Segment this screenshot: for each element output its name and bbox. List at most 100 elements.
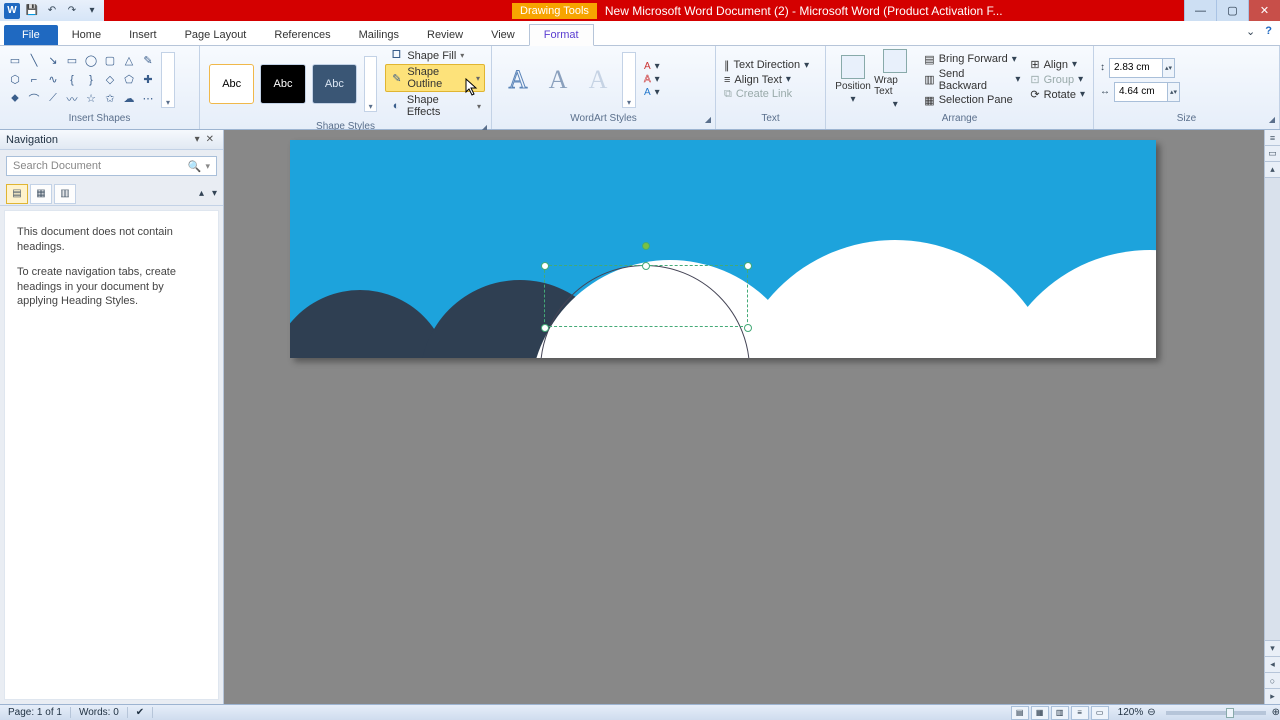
wrap-text-button[interactable]: Wrap Text▾	[874, 49, 916, 110]
zoom-in-button[interactable]: ⊕	[1272, 707, 1280, 718]
vertical-scrollbar[interactable]: ≡ ▭ ▴ ▾ ◂ ○ ▸	[1264, 130, 1280, 704]
view-web-layout[interactable]: ▥	[1051, 706, 1069, 720]
search-input[interactable]: Search Document 🔍 ▾	[6, 156, 217, 176]
shapes-gallery[interactable]: ▭╲↘▭◯▢△✎ ⬡⌐∿{}◇⬠✚ ⬥⌒⟋〰☆✩☁⋯	[6, 52, 157, 108]
view-print-layout[interactable]: ▤	[1011, 706, 1029, 720]
minimize-button[interactable]: —	[1184, 0, 1216, 21]
dialog-launcher-icon[interactable]: ◢	[705, 115, 711, 124]
wordart-thumb-3[interactable]: A	[580, 60, 616, 100]
tab-page-layout[interactable]: Page Layout	[171, 25, 261, 45]
position-button[interactable]: Position▾	[832, 55, 874, 105]
nav-dropdown-icon[interactable]: ▾	[192, 134, 203, 145]
help-icon[interactable]: ?	[1265, 25, 1272, 38]
shape-star-icon[interactable]: ☆	[82, 90, 100, 108]
text-fill-button[interactable]: A▾	[642, 61, 662, 72]
shape-cross-icon[interactable]: ✚	[139, 71, 157, 89]
dialog-launcher-icon[interactable]: ◢	[1269, 115, 1275, 124]
nav-view-results[interactable]: ▥	[54, 184, 76, 204]
status-page[interactable]: Page: 1 of 1	[0, 707, 71, 718]
shape-freeform-icon[interactable]: ⟋	[44, 90, 62, 108]
shape-star5-icon[interactable]: ✩	[101, 90, 119, 108]
tab-home[interactable]: Home	[58, 25, 115, 45]
search-dropdown-icon[interactable]: ▾	[205, 161, 210, 172]
browse-prev-icon[interactable]: ◂	[1265, 656, 1280, 672]
document-canvas[interactable]: ≡ ▭ ▴ ▾ ◂ ○ ▸	[224, 130, 1280, 704]
shape-arc-icon[interactable]: ⌒	[25, 90, 43, 108]
shape-pentagon-icon[interactable]: ⬠	[120, 71, 138, 89]
text-outline-button[interactable]: A▾	[642, 74, 662, 85]
shape-triangle-icon[interactable]: △	[120, 52, 138, 70]
shape-callout-icon[interactable]: ⬥	[6, 90, 24, 108]
shape-brace2-icon[interactable]: }	[82, 71, 100, 89]
scroll-split-icon[interactable]: ≡	[1265, 130, 1280, 146]
tab-file[interactable]: File	[4, 25, 58, 45]
status-proofing-icon[interactable]: ✔	[128, 707, 153, 718]
shape-brace-icon[interactable]: {	[63, 71, 81, 89]
shapes-more-button[interactable]: ▾	[161, 52, 175, 108]
style-thumb-navy[interactable]: Abc	[312, 64, 357, 104]
shape-rect-icon[interactable]: ▭	[63, 52, 81, 70]
tab-format[interactable]: Format	[529, 24, 594, 46]
redo-icon[interactable]: ↷	[64, 3, 80, 19]
zoom-out-button[interactable]: ⊖	[1147, 707, 1155, 718]
styles-more-button[interactable]: ▾	[364, 56, 377, 112]
shape-scribble-icon[interactable]: 〰	[63, 90, 81, 108]
shape-roundrect-icon[interactable]: ▢	[101, 52, 119, 70]
scroll-up-icon[interactable]: ▴	[1265, 162, 1280, 178]
shape-outline-button[interactable]: ✎Shape Outline▾	[385, 64, 485, 92]
save-icon[interactable]: 💾	[24, 3, 40, 19]
height-spinner[interactable]: ▴▾	[1163, 58, 1175, 78]
shape-cloud-icon[interactable]: ☁	[120, 90, 138, 108]
nav-expand-icon[interactable]: ▾	[212, 188, 217, 199]
tab-references[interactable]: References	[260, 25, 344, 45]
shape-diamond-icon[interactable]: ◇	[101, 71, 119, 89]
browse-next-icon[interactable]: ▸	[1265, 688, 1280, 704]
minimize-ribbon-icon[interactable]: ⌄	[1246, 25, 1255, 38]
shape-arrow-icon[interactable]: ↘	[44, 52, 62, 70]
align-text-button[interactable]: ≡Align Text▾	[722, 74, 811, 86]
align-button[interactable]: ⊞Align▾	[1028, 58, 1087, 71]
send-backward-button[interactable]: ▥Send Backward▾	[922, 68, 1022, 92]
scroll-down-icon[interactable]: ▾	[1265, 640, 1280, 656]
scroll-ruler-icon[interactable]: ▭	[1265, 146, 1280, 162]
search-icon[interactable]: 🔍	[188, 160, 202, 173]
tab-insert[interactable]: Insert	[115, 25, 171, 45]
view-outline[interactable]: ≡	[1071, 706, 1089, 720]
rotate-button[interactable]: ⟳Rotate▾	[1028, 88, 1087, 101]
tab-view[interactable]: View	[477, 25, 529, 45]
selection-pane-button[interactable]: ▦Selection Pane	[922, 94, 1022, 107]
shape-textbox-icon[interactable]: ▭	[6, 52, 24, 70]
shape-effects-button[interactable]: ◐Shape Effects▾	[385, 93, 485, 119]
undo-icon[interactable]: ↶	[44, 3, 60, 19]
bring-forward-button[interactable]: ▤Bring Forward▾	[922, 53, 1022, 66]
style-thumb-black[interactable]: Abc	[260, 64, 305, 104]
shape-height-input[interactable]: 2.83 cm	[1109, 58, 1163, 78]
shape-edit-icon[interactable]: ✎	[139, 52, 157, 70]
view-full-screen[interactable]: ▦	[1031, 706, 1049, 720]
text-effects-button[interactable]: A▾	[642, 87, 662, 98]
nav-view-headings[interactable]: ▤	[6, 184, 28, 204]
nav-collapse-icon[interactable]: ▴	[199, 188, 204, 199]
shape-curve-icon[interactable]: ∿	[44, 71, 62, 89]
zoom-thumb[interactable]	[1226, 708, 1234, 718]
zoom-slider[interactable]	[1166, 711, 1266, 715]
view-draft[interactable]: ▭	[1091, 706, 1109, 720]
resize-handle-n[interactable]	[642, 262, 650, 270]
width-spinner[interactable]: ▴▾	[1168, 82, 1180, 102]
resize-handle-ne[interactable]	[744, 262, 752, 270]
shape-connector-icon[interactable]: ⌐	[25, 71, 43, 89]
shape-fill-button[interactable]: 🞑Shape Fill▾	[385, 48, 485, 63]
style-thumb-outline[interactable]: Abc	[209, 64, 254, 104]
shape-width-input[interactable]: 4.64 cm	[1114, 82, 1168, 102]
restore-button[interactable]: ▢	[1216, 0, 1248, 21]
nav-view-pages[interactable]: ▦	[30, 184, 52, 204]
qat-more-icon[interactable]: ▾	[84, 3, 100, 19]
resize-handle-nw[interactable]	[541, 262, 549, 270]
shape-line-icon[interactable]: ╲	[25, 52, 43, 70]
shape-more-icon[interactable]: ⋯	[139, 90, 157, 108]
shape-hex-icon[interactable]: ⬡	[6, 71, 24, 89]
wordart-thumb-2[interactable]: A	[540, 60, 576, 100]
status-words[interactable]: Words: 0	[71, 707, 128, 718]
nav-close-icon[interactable]: ✕	[203, 134, 217, 145]
resize-handle-w[interactable]	[541, 324, 549, 332]
